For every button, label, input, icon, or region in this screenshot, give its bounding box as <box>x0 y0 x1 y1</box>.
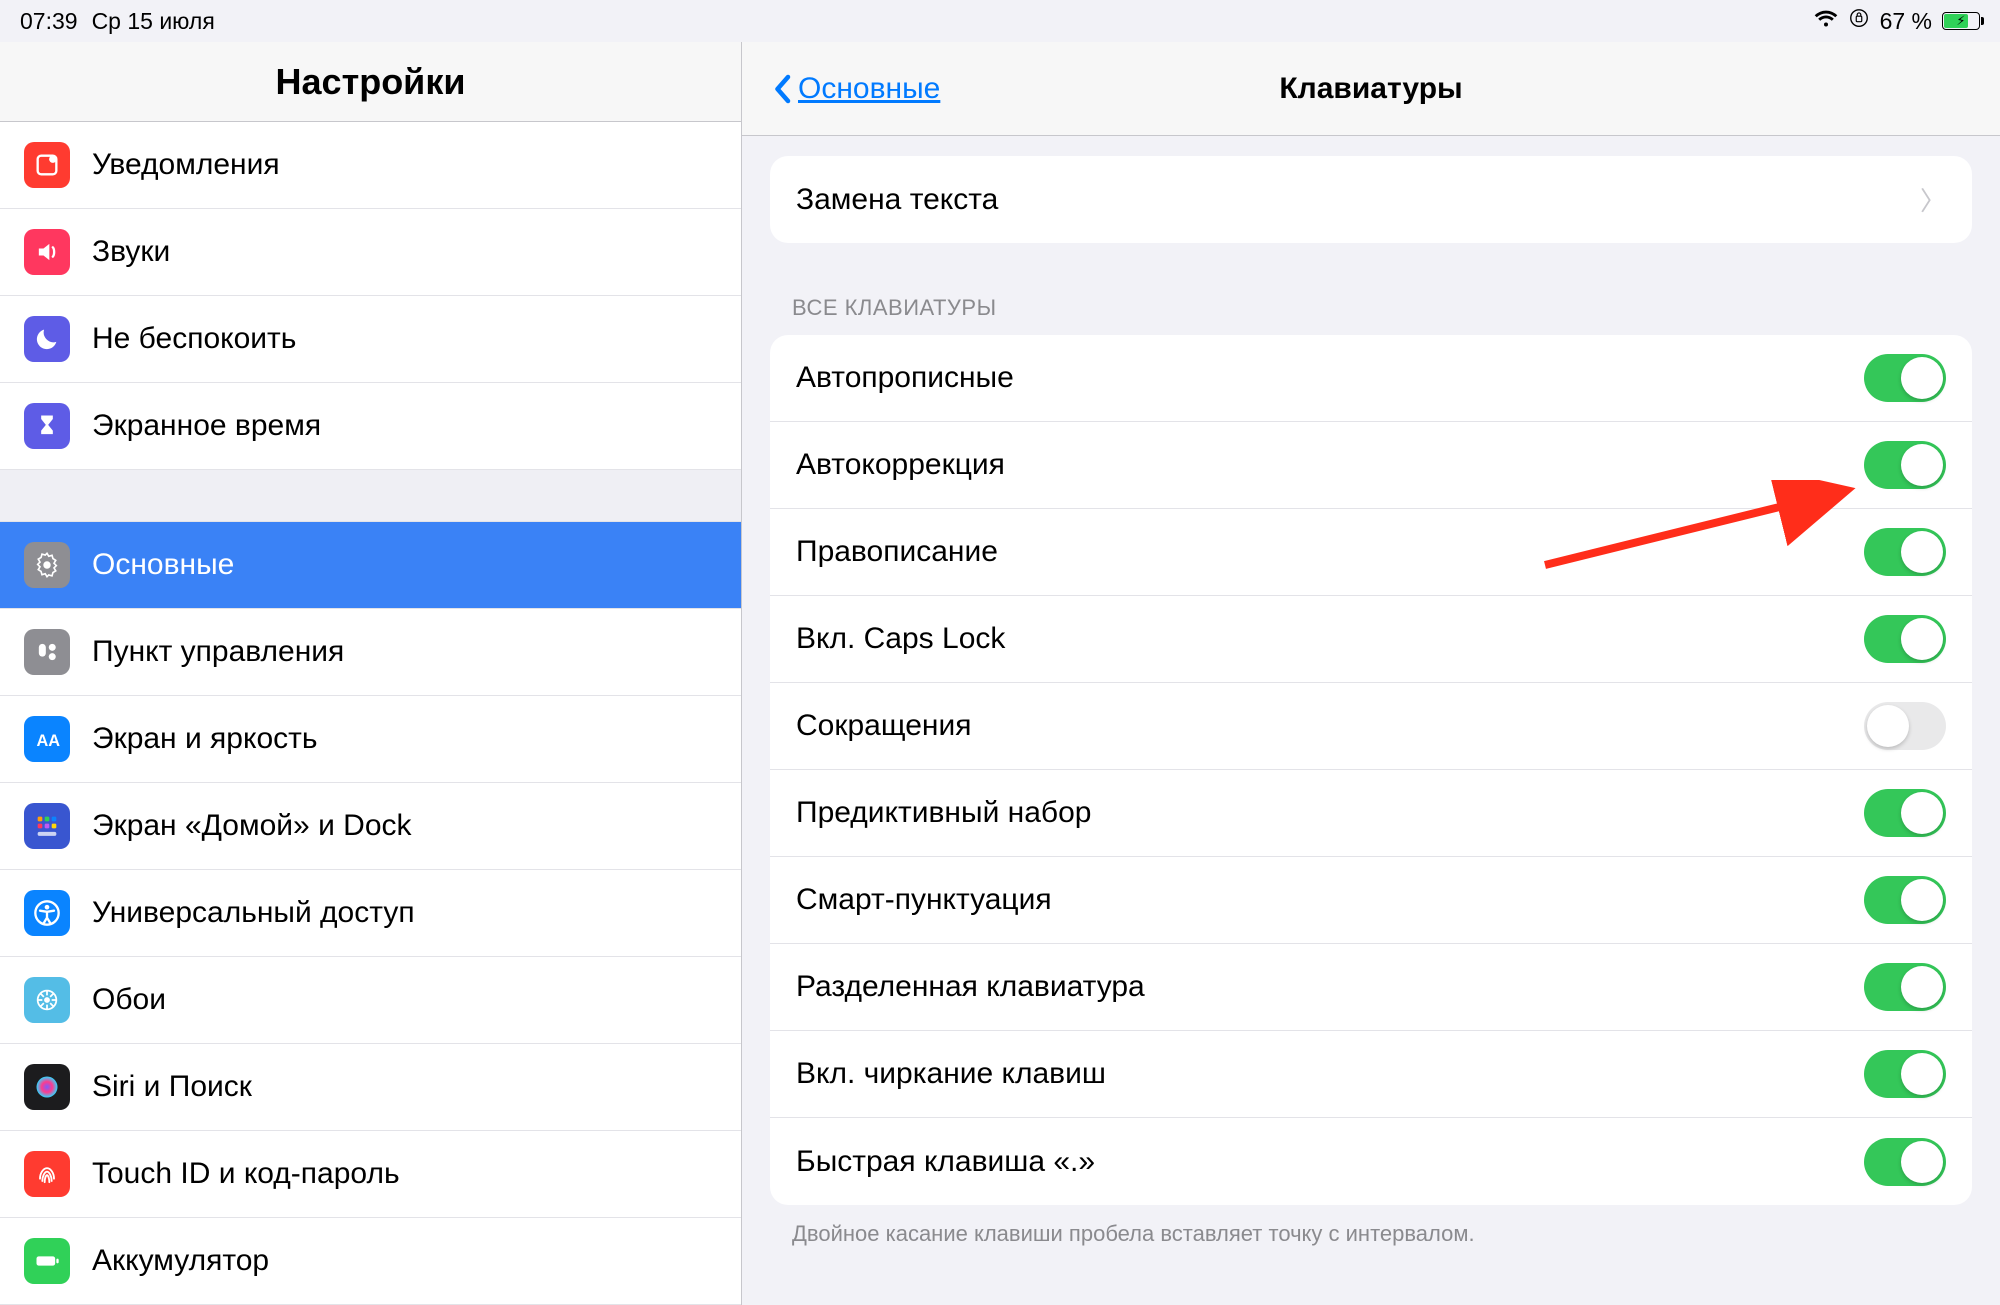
toggle-label: Вкл. чиркание клавиш <box>796 1057 1864 1091</box>
row-toggle-3: Вкл. Caps Lock <box>770 596 1972 683</box>
status-date: Ср 15 июля <box>92 8 215 35</box>
toggle-label: Сокращения <box>796 709 1864 743</box>
sidebar-item-label: Touch ID и код-пароль <box>92 1157 400 1191</box>
sidebar-item-label: Звуки <box>92 235 170 269</box>
chevron-right-icon: 〉 <box>1920 181 1946 218</box>
battery-icon <box>24 1238 70 1284</box>
row-toggle-7: Разделенная клавиатура <box>770 944 1972 1031</box>
gear-icon <box>24 542 70 588</box>
control-icon <box>24 629 70 675</box>
sidebar-title: Настройки <box>0 42 741 122</box>
sidebar-item-notifications[interactable]: Уведомления <box>0 122 741 209</box>
siri-icon <box>24 1064 70 1110</box>
notifications-icon <box>24 142 70 188</box>
battery-icon: ⚡︎ <box>1942 12 1980 30</box>
toggle-label: Разделенная клавиатура <box>796 970 1864 1004</box>
sidebar-item-label: Универсальный доступ <box>92 896 415 930</box>
rotation-lock-icon <box>1848 7 1870 35</box>
group-text-replacement: Замена текста 〉 <box>770 156 1972 243</box>
sidebar: Настройки Уведомления Звуки Не беспокоить Э… <box>0 42 742 1305</box>
back-label: Основные <box>798 72 940 106</box>
sidebar-item-label: Не беспокоить <box>92 322 296 356</box>
hourglass-icon <box>24 403 70 449</box>
sidebar-item-control[interactable]: Пункт управления <box>0 609 741 696</box>
sounds-icon <box>24 229 70 275</box>
row-text-replacement[interactable]: Замена текста 〉 <box>770 156 1972 243</box>
sidebar-item-label: Экранное время <box>92 409 321 443</box>
sidebar-item-wallpaper[interactable]: Обои <box>0 957 741 1044</box>
row-toggle-5: Предиктивный набор <box>770 770 1972 857</box>
detail-header: Основные Клавиатуры <box>742 42 2000 136</box>
sidebar-item-label: Экран и яркость <box>92 722 318 756</box>
svg-text:AA: AA <box>37 732 61 750</box>
dnd-icon <box>24 316 70 362</box>
status-bar: 07:39 Ср 15 июля 67 % ⚡︎ <box>0 0 2000 42</box>
toggle-label: Быстрая клавиша «.» <box>796 1145 1864 1179</box>
sidebar-item-siri[interactable]: Siri и Поиск <box>0 1044 741 1131</box>
battery-pct: 67 % <box>1880 8 1932 35</box>
group-toggles: Автопрописные Автокоррекция Правописание Вк… <box>770 335 1972 1205</box>
toggle-switch[interactable] <box>1864 528 1946 576</box>
toggle-switch[interactable] <box>1864 615 1946 663</box>
home-icon <box>24 803 70 849</box>
touchid-icon <box>24 1151 70 1197</box>
sidebar-item-label: Экран «Домой» и Dock <box>92 809 412 843</box>
row-toggle-1: Автокоррекция <box>770 422 1972 509</box>
sidebar-item-home[interactable]: Экран «Домой» и Dock <box>0 783 741 870</box>
sidebar-item-sounds[interactable]: Звуки <box>0 209 741 296</box>
wallpaper-icon <box>24 977 70 1023</box>
sidebar-item-label: Уведомления <box>92 148 280 182</box>
toggle-switch[interactable] <box>1864 963 1946 1011</box>
row-toggle-2: Правописание <box>770 509 1972 596</box>
footer-note: Двойное касание клавиши пробела вставляе… <box>770 1205 1972 1263</box>
toggle-label: Вкл. Caps Lock <box>796 622 1864 656</box>
sidebar-item-touchid[interactable]: Touch ID и код-пароль <box>0 1131 741 1218</box>
toggle-label: Автопрописные <box>796 361 1864 395</box>
sidebar-item-hourglass[interactable]: Экранное время <box>0 383 741 470</box>
toggle-switch[interactable] <box>1864 789 1946 837</box>
row-toggle-0: Автопрописные <box>770 335 1972 422</box>
sidebar-item-dnd[interactable]: Не беспокоить <box>0 296 741 383</box>
toggle-label: Правописание <box>796 535 1864 569</box>
row-toggle-4: Сокращения <box>770 683 1972 770</box>
detail-title: Клавиатуры <box>1279 72 1462 106</box>
sidebar-item-accessibility[interactable]: Универсальный доступ <box>0 870 741 957</box>
sidebar-item-brightness[interactable]: AA Экран и яркость <box>0 696 741 783</box>
row-label: Замена текста <box>796 183 1920 217</box>
sidebar-gap <box>0 470 741 522</box>
toggle-switch[interactable] <box>1864 702 1946 750</box>
sidebar-item-label: Основные <box>92 548 234 582</box>
wifi-icon <box>1814 8 1838 35</box>
sidebar-item-label: Обои <box>92 983 166 1017</box>
sidebar-item-label: Siri и Поиск <box>92 1070 252 1104</box>
toggle-switch[interactable] <box>1864 876 1946 924</box>
group-header-all-keyboards: ВСЕ КЛАВИАТУРЫ <box>770 243 1972 335</box>
toggle-switch[interactable] <box>1864 1138 1946 1186</box>
toggle-switch[interactable] <box>1864 1050 1946 1098</box>
toggle-label: Предиктивный набор <box>796 796 1864 830</box>
sidebar-item-label: Пункт управления <box>92 635 344 669</box>
sidebar-item-gear[interactable]: Основные <box>0 522 741 609</box>
toggle-switch[interactable] <box>1864 441 1946 489</box>
sidebar-item-battery[interactable]: Аккумулятор <box>0 1218 741 1305</box>
row-toggle-9: Быстрая клавиша «.» <box>770 1118 1972 1205</box>
toggle-label: Смарт-пунктуация <box>796 883 1864 917</box>
toggle-label: Автокоррекция <box>796 448 1864 482</box>
toggle-switch[interactable] <box>1864 354 1946 402</box>
row-toggle-6: Смарт-пунктуация <box>770 857 1972 944</box>
brightness-icon: AA <box>24 716 70 762</box>
row-toggle-8: Вкл. чиркание клавиш <box>770 1031 1972 1118</box>
status-time: 07:39 <box>20 8 78 35</box>
sidebar-item-label: Аккумулятор <box>92 1244 269 1278</box>
back-button[interactable]: Основные <box>772 72 940 106</box>
detail-panel: Основные Клавиатуры Замена текста 〉 ВСЕ … <box>742 42 2000 1305</box>
accessibility-icon <box>24 890 70 936</box>
